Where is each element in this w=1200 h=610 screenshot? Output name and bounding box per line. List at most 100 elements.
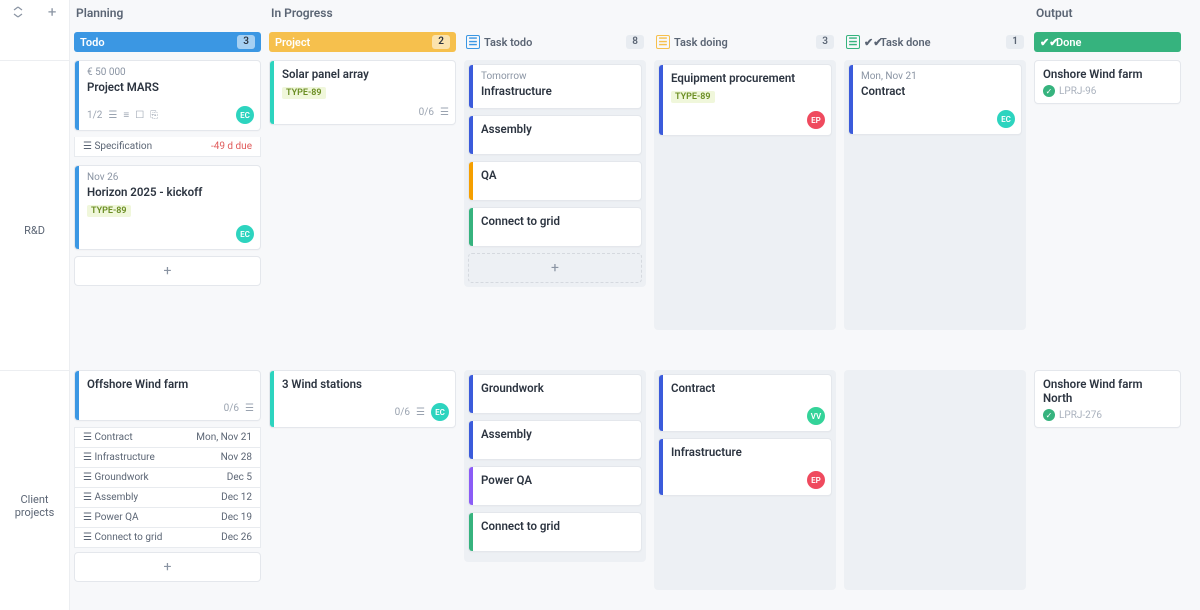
card-windstations[interactable]: 3 Wind stations 0/6 ☰ EC [269, 370, 456, 428]
avatar-vv[interactable]: VV [807, 407, 825, 425]
comment-icon: ☐ [135, 110, 144, 121]
add-card-todo-rd[interactable]: + [74, 256, 261, 286]
subtask-offshore-3[interactable]: ☰ AssemblyDec 12 [74, 488, 261, 508]
col-taskdoing-rd: Equipment procurement TYPE-89 EP [650, 60, 840, 370]
card-tt-grid-title: Connect to grid [481, 214, 633, 228]
col-taskdone-client [840, 370, 1030, 610]
col-project-rd: Solar panel array TYPE-89 0/6 ☰ [265, 60, 460, 370]
subtask-offshore-4[interactable]: ☰ Power QADec 19 [74, 508, 261, 528]
card-offshore[interactable]: Offshore Wind farm 0/6 ☰ [74, 370, 261, 421]
col-tasktodo-header-wrap: . ☰ Task todo 8 [460, 0, 650, 60]
card-tt-qa[interactable]: QA [468, 161, 642, 201]
subtask-icon: ☰ [83, 512, 94, 523]
card-mars-title: Project MARS [87, 80, 252, 94]
card-c-ground-title: Groundwork [481, 381, 633, 395]
card-tt-assembly[interactable]: Assembly [468, 115, 642, 155]
card-c-grid[interactable]: Connect to grid [468, 512, 642, 552]
card-c-ground[interactable]: Groundwork [468, 374, 642, 414]
card-stripe [659, 65, 663, 135]
card-stripe [469, 375, 473, 413]
avatar-ec[interactable]: EC [431, 403, 449, 421]
card-td-equip[interactable]: Equipment procurement TYPE-89 EP [658, 64, 832, 136]
add-card-todo-client[interactable]: + [74, 552, 261, 582]
subtask-label: Contract [94, 432, 132, 443]
card-solar-tag: TYPE-89 [282, 87, 326, 99]
card-stripe [75, 61, 79, 130]
card-stripe [469, 513, 473, 551]
col-project-header[interactable]: Project 2 [269, 32, 456, 52]
card-stripe [659, 375, 663, 431]
card-td-contract[interactable]: Mon, Nov 21 Contract EC [848, 64, 1022, 135]
card-horizon-title: Horizon 2025 - kickoff [87, 185, 252, 199]
subtask-label: Power QA [94, 512, 138, 523]
card-horizon[interactable]: Nov 26 Horizon 2025 - kickoff TYPE-89 EC [74, 165, 261, 250]
section-planning-title: Planning [70, 0, 265, 26]
card-c-contract[interactable]: Contract VV [658, 374, 832, 432]
subtask-icon: ☰ [83, 452, 94, 463]
card-stripe [849, 65, 853, 134]
lane-rd: R&D € 50 000 Project MARS 1/2 ☰ ≡ ☐ ⎘ EC… [0, 60, 1200, 370]
avatar-ec[interactable]: EC [997, 110, 1015, 128]
col-tasktodo-header[interactable]: ☰ Task todo 8 [464, 32, 646, 52]
add-stage-tasktodo-rd[interactable]: + [468, 253, 642, 283]
avatar-ep[interactable]: EP [807, 111, 825, 129]
col-taskdoing-label: Task doing [674, 36, 728, 49]
col-todo-header[interactable]: Todo 3 [74, 32, 261, 52]
col-done-rd: Onshore Wind farm ✓ LPRJ-96 [1030, 60, 1185, 370]
card-c-assembly[interactable]: Assembly [468, 420, 642, 460]
card-offshore-progress: 0/6 [224, 403, 239, 414]
card-done-onshore-north[interactable]: Onshore Wind farm North ✓ LPRJ-276 [1034, 370, 1181, 428]
col-taskdoing-header[interactable]: ☰ Task doing 3 [654, 32, 836, 52]
avatar-ep[interactable]: EP [807, 471, 825, 489]
lane-rd-label: R&D [24, 224, 45, 237]
card-stripe [469, 208, 473, 246]
subtask-specification[interactable]: ☰ Specification -49 d due [74, 137, 261, 157]
subtask-offshore-2[interactable]: ☰ GroundworkDec 5 [74, 468, 261, 488]
collapse-icon[interactable] [13, 5, 23, 20]
subtask-offshore-0[interactable]: ☰ ContractMon, Nov 21 [74, 427, 261, 448]
subtask-icon: ☰ [83, 532, 94, 543]
avatar-ec[interactable]: EC [236, 225, 254, 243]
col-todo-label: Todo [80, 36, 105, 49]
card-td-equip-tag: TYPE-89 [671, 91, 715, 103]
card-solar[interactable]: Solar panel array TYPE-89 0/6 ☰ [269, 60, 456, 125]
subtask-date: Nov 28 [221, 452, 252, 463]
subtask-icon: ☰ [83, 492, 94, 503]
card-done-onshore[interactable]: Onshore Wind farm ✓ LPRJ-96 [1034, 60, 1181, 104]
subtask-offshore-1[interactable]: ☰ Infrastructure Nov 28 [74, 448, 261, 468]
subtask-offshore-5[interactable]: ☰ Connect to gridDec 26 [74, 528, 261, 548]
col-done-client: Onshore Wind farm North ✓ LPRJ-276 [1030, 370, 1185, 610]
add-lane-icon[interactable]: + [48, 3, 57, 21]
card-tt-infra[interactable]: Tomorrow Infrastructure [468, 64, 642, 109]
subtask-label: Infrastructure [94, 452, 154, 463]
card-tt-infra-title: Infrastructure [481, 84, 633, 98]
avatar-ec[interactable]: EC [236, 106, 254, 124]
card-project-mars[interactable]: € 50 000 Project MARS 1/2 ☰ ≡ ☐ ⎘ EC [74, 60, 261, 131]
subtask-spec-label: Specification [94, 141, 152, 152]
card-tt-grid[interactable]: Connect to grid [468, 207, 642, 247]
card-td-contract-date: Mon, Nov 21 [861, 71, 1013, 82]
checklist-icon: ☰ [416, 407, 425, 418]
col-taskdone-header[interactable]: ☰ ✔✔ Task done 1 [844, 32, 1026, 52]
col-taskdoing-header-wrap: . ☰ Task doing 3 [650, 0, 840, 60]
col-done-header[interactable]: ✔✔ Done [1034, 32, 1181, 52]
checklist-icon: ☰ [440, 107, 449, 118]
card-done-onshore-title: Onshore Wind farm [1043, 67, 1172, 81]
card-td-equip-title: Equipment procurement [671, 71, 823, 85]
card-c-infra[interactable]: Infrastructure EP [658, 438, 832, 496]
card-done-onshore-n-title: Onshore Wind farm North [1043, 377, 1172, 405]
subtask-label: Groundwork [94, 472, 148, 483]
taskdoing-icon: ☰ [656, 35, 670, 49]
lane-client: Client projects Offshore Wind farm 0/6 ☰… [0, 370, 1200, 610]
card-solar-progress: 0/6 [419, 107, 434, 118]
col-done-label: Done [1056, 36, 1081, 49]
card-c-powerqa[interactable]: Power QA [468, 466, 642, 506]
col-done-header-wrap: Output ✔✔ Done [1030, 0, 1185, 60]
col-tasktodo-client: Groundwork Assembly Power QA Connect to … [460, 370, 650, 610]
done-check-icon: ✓ [1043, 85, 1055, 97]
done-check-icon: ✓ [1043, 409, 1055, 421]
subtask-label: Connect to grid [94, 532, 162, 543]
card-horizon-tag: TYPE-89 [87, 205, 131, 217]
col-tasktodo-count: 8 [626, 35, 644, 49]
description-icon: ≡ [123, 110, 129, 121]
